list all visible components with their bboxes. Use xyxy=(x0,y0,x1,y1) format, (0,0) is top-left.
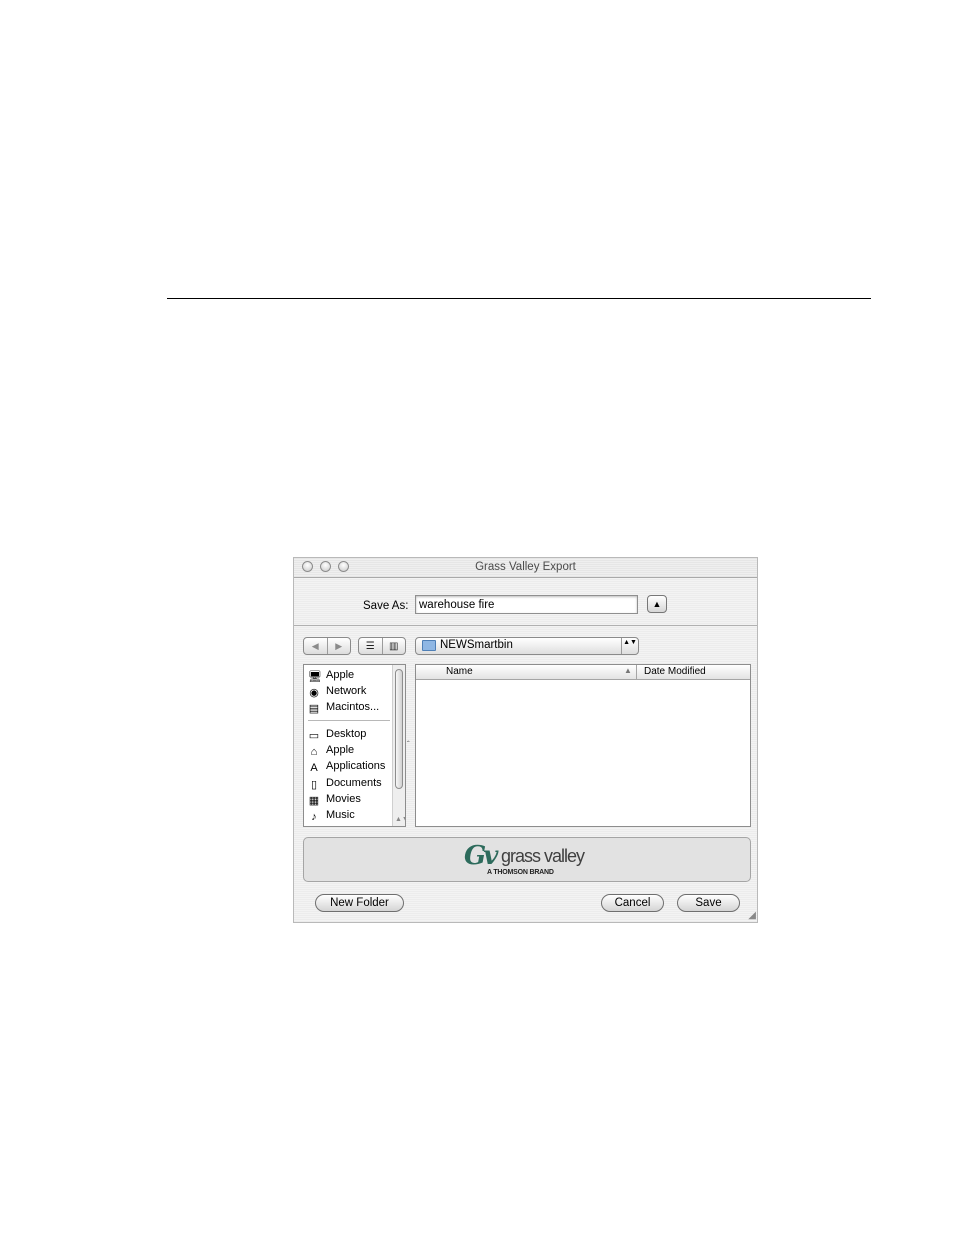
file-list[interactable]: Name ▲ Date Modified xyxy=(415,664,751,827)
save-as-label: Save As: xyxy=(363,600,409,612)
sidebar-item-label: Documents xyxy=(326,777,382,789)
home-icon: ⌂ xyxy=(310,746,318,758)
sidebar: 🖥 Apple ◉ Network ▤ Macintos... ▭ Desktop ⌂ A… xyxy=(303,664,406,827)
new-folder-button[interactable]: New Folder xyxy=(315,894,404,912)
scroll-arrows-icon[interactable]: ▲▼ xyxy=(395,815,405,824)
sidebar-item-label: Network xyxy=(326,685,367,697)
sidebar-item-network[interactable]: ◉ Network xyxy=(308,685,366,700)
sidebar-item-movies[interactable]: ▦ Movies xyxy=(308,793,361,808)
sidebar-item-label: Movies xyxy=(326,793,361,805)
sidebar-item-documents[interactable]: ▯ Documents xyxy=(308,777,382,792)
sidebar-scroll-thumb[interactable] xyxy=(395,669,403,789)
expand-dialog-button[interactable]: ▲ xyxy=(647,595,667,613)
sidebar-item-apple-computer[interactable]: 🖥 Apple xyxy=(308,669,354,684)
list-view-button[interactable]: ☰ xyxy=(359,638,382,654)
location-popup[interactable]: NEWSmartbin ▲▼ xyxy=(415,637,639,655)
file-list-header: Name ▲ Date Modified xyxy=(416,665,750,680)
sort-ascending-icon: ▲ xyxy=(624,666,632,675)
location-label: NEWSmartbin xyxy=(440,639,513,651)
save-button[interactable]: Save xyxy=(677,894,740,912)
grass-valley-logo-text: grass valley xyxy=(501,846,585,866)
save-as-input[interactable] xyxy=(415,595,638,614)
folder-icon xyxy=(422,640,436,651)
triangle-up-icon: ▲ xyxy=(652,599,662,609)
sidebar-scrollbar[interactable]: ▲▼ xyxy=(392,665,405,826)
column-header-name[interactable]: Name xyxy=(446,666,473,677)
sidebar-item-label: Applications xyxy=(326,760,386,772)
title-bar[interactable]: Grass Valley Export xyxy=(294,558,757,578)
sidebar-item-desktop[interactable]: ▭ Desktop xyxy=(308,728,367,743)
grass-valley-logo-mark: Gv xyxy=(464,841,498,871)
sidebar-item-label: Desktop xyxy=(326,728,367,740)
documents-icon: ▯ xyxy=(310,779,318,791)
export-dialog: Grass Valley Export Save As: ▲ ◀ ▶ ☰ ▥ N… xyxy=(293,557,758,923)
separator xyxy=(294,625,757,626)
network-globe-icon: ◉ xyxy=(309,687,319,699)
back-forward-control: ◀ ▶ xyxy=(303,637,351,655)
column-view-icon: ▥ xyxy=(389,640,399,652)
back-arrow-icon: ◀ xyxy=(311,640,319,651)
column-divider[interactable] xyxy=(636,665,637,680)
column-view-button[interactable]: ▥ xyxy=(381,638,406,654)
hard-drive-icon: ▤ xyxy=(308,703,320,715)
page-divider-rule xyxy=(167,298,871,299)
sidebar-item-macintosh-hd[interactable]: ▤ Macintos... xyxy=(308,701,379,716)
list-view-icon: ☰ xyxy=(365,640,375,652)
sidebar-item-label: Apple xyxy=(326,744,355,756)
thomson-brand-text: A THOMSON BRAND xyxy=(487,869,554,876)
sidebar-item-label: Macintos... xyxy=(326,701,380,713)
applications-icon: A xyxy=(310,762,318,774)
sidebar-divider xyxy=(308,720,390,721)
computer-icon: 🖥 xyxy=(308,671,322,683)
back-button[interactable]: ◀ xyxy=(304,638,327,654)
forward-arrow-icon: ▶ xyxy=(335,640,343,651)
resize-grip-icon[interactable]: ◢ xyxy=(748,911,756,921)
music-icon: ♪ xyxy=(311,811,317,823)
sidebar-item-apple-home[interactable]: ⌂ Apple xyxy=(308,744,354,759)
view-mode-control: ☰ ▥ xyxy=(358,637,406,655)
popup-arrows-icon: ▲▼ xyxy=(621,638,638,654)
window-title: Grass Valley Export xyxy=(475,561,576,573)
movies-icon: ▦ xyxy=(308,795,320,807)
sidebar-item-label: Apple xyxy=(326,669,355,681)
sidebar-item-music[interactable]: ♪ Music xyxy=(308,809,355,824)
sidebar-item-applications[interactable]: A Applications xyxy=(308,760,385,775)
cancel-button[interactable]: Cancel xyxy=(601,894,664,912)
forward-button[interactable]: ▶ xyxy=(326,638,351,654)
desktop-icon: ▭ xyxy=(308,730,320,742)
grass-valley-banner: Gv grass valley A THOMSON BRAND xyxy=(303,837,751,882)
sidebar-item-label: Music xyxy=(326,809,355,821)
pane-splitter-handle[interactable]: ˆ xyxy=(407,740,410,749)
column-header-date-modified[interactable]: Date Modified xyxy=(644,666,706,677)
